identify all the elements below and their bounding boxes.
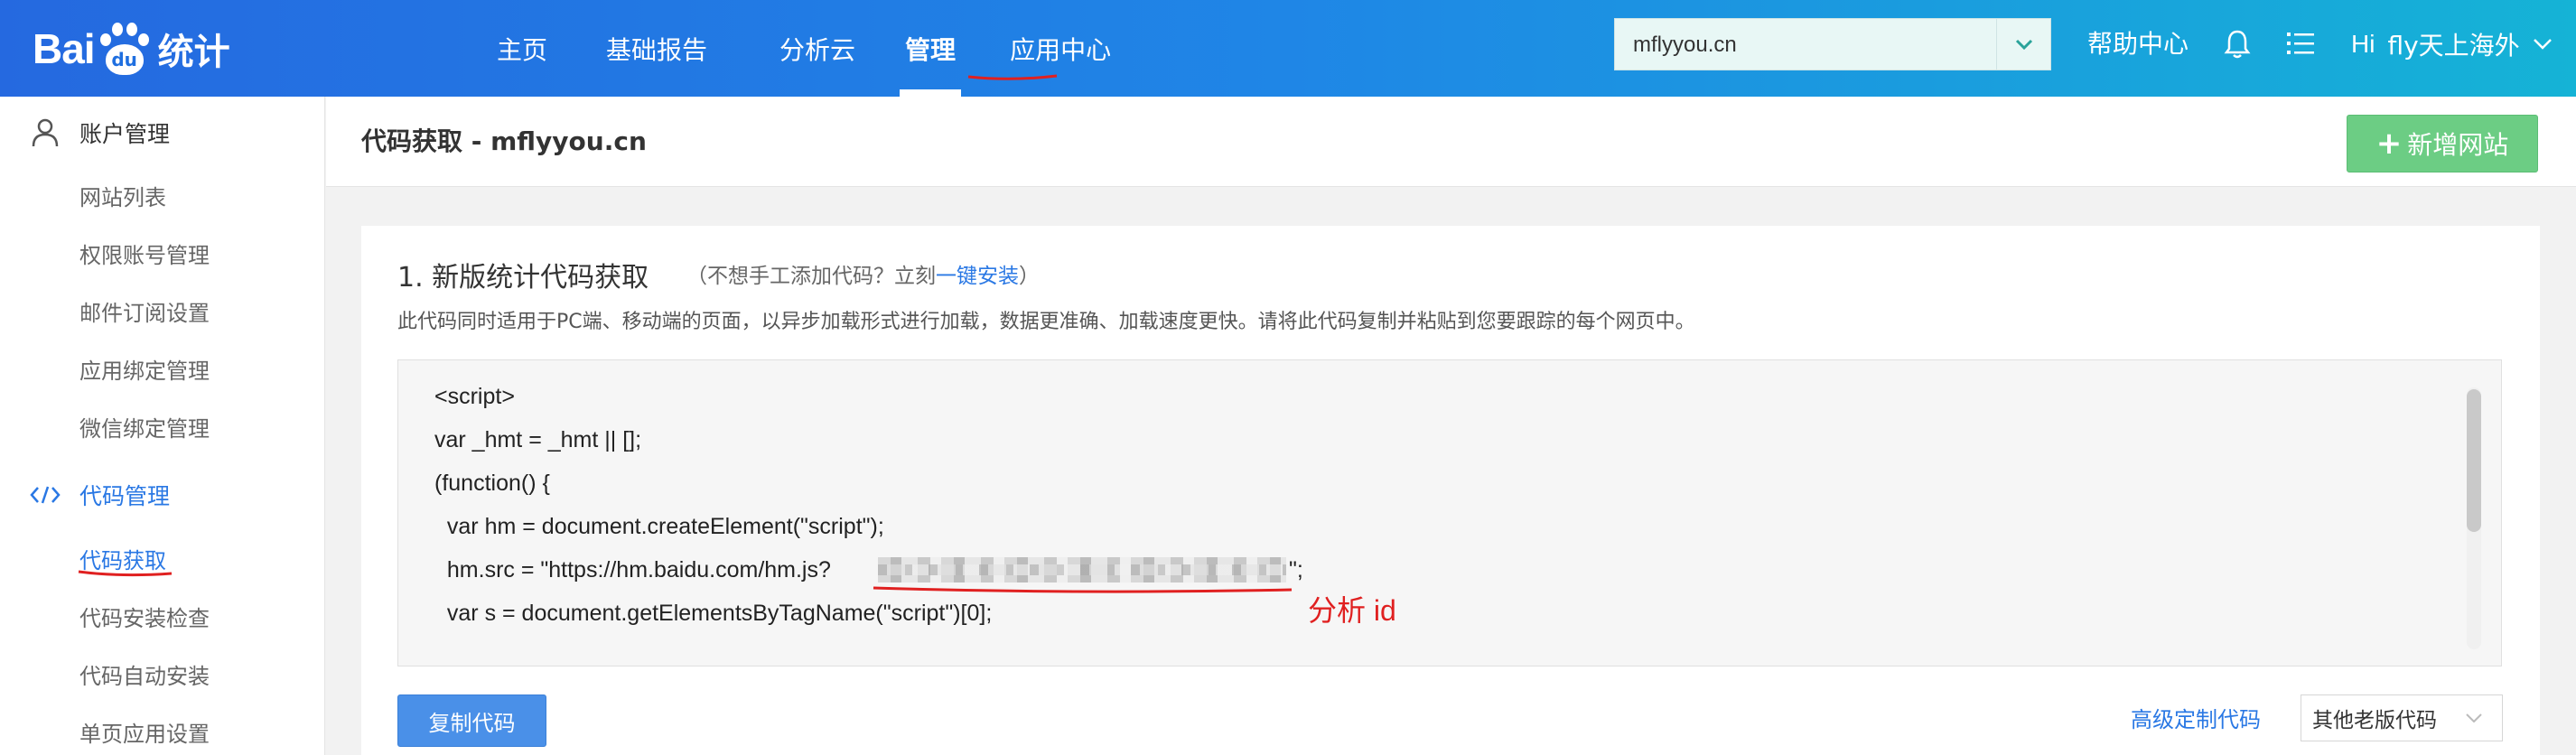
section-title: 1. 新版统计代码获取 [397,262,649,294]
code-line: (function() { [434,471,550,496]
paw-icon: du [97,21,153,77]
sidebar-item-permissions[interactable]: 权限账号管理 [79,238,210,274]
advanced-code-link[interactable]: 高级定制代码 [2131,702,2261,738]
bell-icon[interactable] [2224,29,2251,60]
code-icon [27,480,63,510]
copy-code-button[interactable]: 复制代码 [397,694,546,747]
page-titlebar: 代码获取 - mflyyou.cn + 新增网站 [326,97,2576,187]
code-line: <script> [434,384,515,409]
chevron-down-icon [2533,39,2552,50]
main-nav: 主页 基础报告 分析云 管理 应用中心 [497,0,1111,97]
code-textarea[interactable]: <script> var _hmt = _hmt || []; (functio… [397,359,2502,666]
code-line: var s = document.getElementsByTagName("s… [434,601,993,626]
scrollbar-thumb[interactable] [2467,389,2481,532]
old-code-select-value: 其他老版代码 [2312,709,2437,732]
sidebar-item-code-check[interactable]: 代码安装检查 [79,601,210,637]
section-hint: （不想手工添加代码？立刻一键安装） [686,258,1040,289]
sidebar-item-site-list[interactable]: 网站列表 [79,180,166,216]
user-icon [27,117,63,148]
sidebar-item-spa-settings[interactable]: 单页应用设置 [79,716,210,752]
old-code-select[interactable]: 其他老版代码 [2301,694,2503,741]
nav-home[interactable]: 主页 [497,0,547,97]
logo-cn: 统计 [157,31,230,73]
nav-app-center[interactable]: 应用中心 [1010,0,1111,97]
sidebar-item-app-binding[interactable]: 应用绑定管理 [79,353,210,389]
code-line: hm.src = "https://hm.baidu.com/hm.js? [434,557,831,583]
sidebar-group-label: 账户管理 [79,121,171,147]
nav-underline-annotation [967,74,1058,80]
hint-suffix: ） [1019,265,1040,288]
site-select[interactable]: mflyyou.cn [1614,18,2051,70]
analysis-id-annotation: 分析 id [1308,594,1396,627]
code-card: 1. 新版统计代码获取 （不想手工添加代码？立刻一键安装） 此代码同时适用于PC… [361,226,2540,755]
page-title: 代码获取 - mflyyou.cn [361,126,647,156]
list-icon[interactable] [2285,29,2316,58]
user-greeting: Hi [2351,30,2375,58]
code-line-tail: "; [1289,557,1303,583]
chevron-down-icon[interactable] [1996,19,2050,70]
add-site-label: 新增网站 [2407,130,2509,160]
add-site-button[interactable]: + 新增网站 [2347,115,2538,172]
sidebar-item-email-sub[interactable]: 邮件订阅设置 [79,295,210,331]
redacted-site-id [878,557,1286,583]
sidebar: 账户管理 网站列表 权限账号管理 邮件订阅设置 应用绑定管理 微信绑定管理 代码… [0,97,325,755]
user-name: fly天上海外 [2387,31,2520,61]
help-center-link[interactable]: 帮助中心 [2087,0,2189,89]
sidebar-item-code-auto[interactable]: 代码自动安装 [79,658,210,694]
sidebar-group-label: 代码管理 [79,483,171,509]
code-line: var _hmt = _hmt || []; [434,427,642,452]
logo-word: Bai [33,24,96,72]
code-line: var hm = document.createElement("script"… [434,514,884,539]
nav-analysis-cloud[interactable]: 分析云 [779,0,855,97]
logo-paw-text: du [105,43,144,75]
nav-basic-report[interactable]: 基础报告 [606,0,707,97]
sidebar-group-account[interactable]: 账户管理 [0,115,170,151]
sidebar-group-code[interactable]: 代码管理 [0,477,170,513]
code-underline-annotation [873,586,1293,593]
top-header: Bai du 统计 主页 基础报告 分析云 管理 应用中心 mflyyou.cn… [0,0,2576,97]
nav-manage[interactable]: 管理 [900,0,962,97]
chevron-down-icon [2466,713,2482,722]
user-menu[interactable]: Hi fly天上海外 [2351,0,2553,89]
baidu-tongji-logo[interactable]: Bai du 统计 [33,14,230,82]
section-description: 此代码同时适用于PC端、移动端的页面，以异步加载形式进行加载，数据更准确、加载速… [397,311,1695,333]
site-select-value: mflyyou.cn [1633,33,1737,57]
plus-icon: + [2375,126,2403,162]
one-click-install-link[interactable]: 一键安装 [936,265,1019,288]
sidebar-item-wechat-binding[interactable]: 微信绑定管理 [79,411,210,447]
hint-prefix: （不想手工添加代码？立刻 [686,265,936,288]
sidebar-underline-annotation [78,570,173,577]
